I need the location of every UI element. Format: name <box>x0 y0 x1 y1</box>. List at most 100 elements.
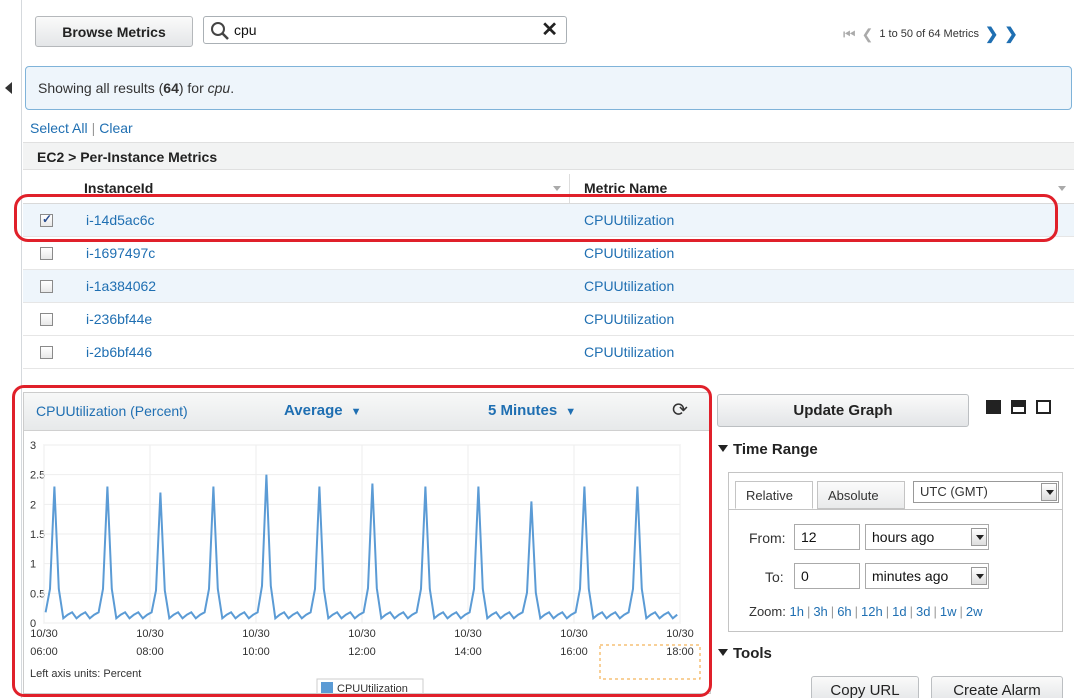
selection-separator: | <box>91 120 96 136</box>
update-graph-button[interactable]: Update Graph <box>717 394 969 427</box>
tools-section[interactable]: Tools <box>718 645 772 662</box>
table-row[interactable]: i-236bf44e CPUUtilization <box>23 303 1074 336</box>
clear-search-icon[interactable]: ✕ <box>541 20 558 40</box>
zoom-6h[interactable]: 6h <box>837 604 851 619</box>
instance-id-link[interactable]: i-2b6bf446 <box>70 344 570 360</box>
table-row[interactable]: i-1697497c CPUUtilization <box>23 237 1074 270</box>
row-checkbox[interactable] <box>40 345 53 359</box>
layout-empty-icon[interactable] <box>1036 400 1051 414</box>
metric-name-link[interactable]: CPUUtilization <box>570 278 1074 294</box>
banner-count: 64 <box>163 80 179 96</box>
create-alarm-button[interactable]: Create Alarm <box>931 676 1063 698</box>
timezone-value: UTC (GMT) <box>920 484 988 499</box>
select-all-link[interactable]: Select All <box>30 120 88 136</box>
banner-suffix: . <box>230 80 235 96</box>
zoom-3h[interactable]: 3h <box>813 604 827 619</box>
x-tick-date-label: 10/30 <box>560 628 588 640</box>
zoom-1d[interactable]: 1d <box>892 604 906 619</box>
layout-options <box>986 400 1051 414</box>
period-value: 5 Minutes <box>488 402 558 419</box>
previous-page-icon[interactable]: ❮ <box>862 26 874 43</box>
table-row[interactable]: i-14d5ac6c CPUUtilization <box>23 204 1074 237</box>
dropdown-arrow-icon <box>971 567 987 585</box>
pager-text: 1 to 50 of 64 Metrics <box>879 28 980 40</box>
dropdown-arrow-icon <box>971 528 987 546</box>
column-instanceid[interactable]: InstanceId <box>70 174 570 203</box>
instance-id-link[interactable]: i-236bf44e <box>70 311 570 327</box>
x-tick-time-label: 16:00 <box>560 646 588 658</box>
statistic-value: Average <box>284 402 343 419</box>
table-row[interactable]: i-1a384062 CPUUtilization <box>23 270 1074 303</box>
from-label: From: <box>749 530 786 546</box>
copy-url-button[interactable]: Copy URL <box>811 676 919 698</box>
zoom-12h[interactable]: 12h <box>861 604 883 619</box>
tab-absolute[interactable]: Absolute <box>817 481 905 509</box>
first-page-icon[interactable]: ⏮ <box>843 26 856 43</box>
zoom-1w[interactable]: 1w <box>940 604 957 619</box>
instance-id-link[interactable]: i-1697497c <box>70 245 570 261</box>
layout-split-icon[interactable] <box>1011 400 1026 414</box>
legend-swatch <box>321 682 333 693</box>
metric-name-link[interactable]: CPUUtilization <box>570 212 1074 228</box>
left-rail <box>0 0 22 698</box>
timezone-select[interactable]: UTC (GMT) <box>913 481 1059 503</box>
metric-name-link[interactable]: CPUUtilization <box>570 311 1074 327</box>
x-tick-time-label: 08:00 <box>136 646 164 658</box>
row-checkbox[interactable] <box>40 279 53 293</box>
x-tick-date-label: 10/30 <box>30 628 58 640</box>
to-value-input[interactable]: 0 <box>794 563 860 589</box>
last-page-icon[interactable]: ❯ <box>1004 24 1017 44</box>
pagination: ⏮ ❮ 1 to 50 of 64 Metrics ❯ ❯ <box>843 24 1018 44</box>
zoom-1h[interactable]: 1h <box>789 604 803 619</box>
next-page-icon[interactable]: ❯ <box>985 24 998 44</box>
x-tick-time-label: 14:00 <box>454 646 482 658</box>
from-unit-select[interactable]: hours ago <box>865 524 989 550</box>
row-checkbox[interactable] <box>40 212 53 227</box>
x-tick-date-label: 10/30 <box>454 628 482 640</box>
zoom-3d[interactable]: 3d <box>916 604 930 619</box>
graph-title[interactable]: CPUUtilization (Percent) <box>36 403 188 419</box>
tools-title: Tools <box>733 645 772 662</box>
row-checkbox[interactable] <box>40 246 53 260</box>
time-range-section[interactable]: Time Range <box>718 441 818 458</box>
y-tick-label: 1 <box>30 559 36 571</box>
sort-caret-icon[interactable] <box>1058 186 1066 191</box>
x-tick-date-label: 10/30 <box>242 628 270 640</box>
layout-full-icon[interactable] <box>986 400 1001 414</box>
metric-name-link[interactable]: CPUUtilization <box>570 245 1074 261</box>
collapse-panel-icon[interactable] <box>5 82 12 94</box>
period-dropdown[interactable]: 5 Minutes ▼ <box>488 402 576 419</box>
clear-selection-link[interactable]: Clear <box>99 120 132 136</box>
dropdown-arrow-icon <box>1041 483 1057 501</box>
tab-relative[interactable]: Relative <box>735 481 813 509</box>
row-checkbox[interactable] <box>40 312 53 326</box>
table-header: InstanceId Metric Name <box>23 174 1074 204</box>
table-row[interactable]: i-2b6bf446 CPUUtilization <box>23 336 1074 369</box>
instance-id-link[interactable]: i-14d5ac6c <box>70 212 570 228</box>
zoom-2w[interactable]: 2w <box>966 604 983 619</box>
sort-caret-icon[interactable] <box>553 186 561 191</box>
search-input[interactable]: cpu ✕ <box>203 16 567 44</box>
chevron-down-icon: ▼ <box>565 406 577 418</box>
x-tick-time-label: 12:00 <box>348 646 376 658</box>
y-tick-label: 3 <box>30 440 36 452</box>
from-value-input[interactable]: 12 <box>794 524 860 550</box>
y-tick-label: 2.5 <box>30 470 45 482</box>
zoom-row: Zoom: 1h | 3h | 6h | 12h | 1d | 3d | 1w | 2w <box>749 604 983 619</box>
to-unit-select[interactable]: minutes ago <box>865 563 989 589</box>
x-tick-date-label: 10/30 <box>348 628 376 640</box>
instance-id-link[interactable]: i-1a384062 <box>70 278 570 294</box>
group-header: EC2 > Per-Instance Metrics <box>23 142 1074 170</box>
refresh-icon[interactable]: ⟳ <box>672 399 688 422</box>
y-tick-label: 0.5 <box>30 588 45 600</box>
column-metric-name[interactable]: Metric Name <box>570 174 1074 203</box>
chevron-down-icon: ▼ <box>350 406 362 418</box>
x-tick-date-label: 10/30 <box>136 628 164 640</box>
browse-metrics-button[interactable]: Browse Metrics <box>35 16 193 47</box>
statistic-dropdown[interactable]: Average ▼ <box>284 402 362 419</box>
metric-name-link[interactable]: CPUUtilization <box>570 344 1074 360</box>
selection-controls: Select All | Clear <box>30 120 133 136</box>
time-range-panel: Relative Absolute UTC (GMT) From: 12 hou… <box>728 472 1063 632</box>
graph-header: CPUUtilization (Percent) Average ▼ 5 Minu… <box>24 393 710 431</box>
to-label: To: <box>765 569 784 585</box>
